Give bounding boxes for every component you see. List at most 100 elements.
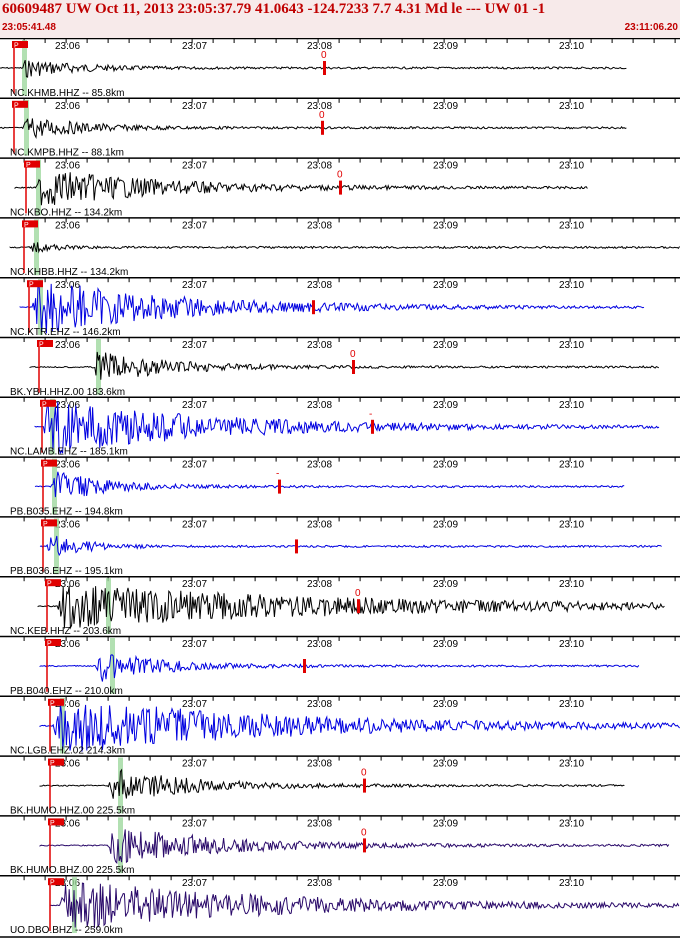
time-tick-label: 23:09	[433, 639, 458, 650]
time-tick-label: 23:10	[559, 220, 584, 231]
s-pick-label: 0	[355, 588, 361, 599]
time-tick-label: 23:08	[307, 41, 332, 52]
station-label: NC.KTR.EHZ -- 146.2km	[10, 327, 121, 338]
s-pick-marker[interactable]	[339, 180, 342, 195]
s-pick-label: 0	[350, 349, 356, 360]
time-tick-label: 23:06	[55, 101, 80, 112]
trace-panel[interactable]: 23:06 23:07 23:08 23:09 23:10 P NC.KTR.EHZ -- …	[0, 276, 680, 338]
station-label: BK.HUMO.BHZ.00 225.5km	[10, 865, 134, 876]
time-tick-label: 23:08	[307, 759, 332, 770]
time-tick-label: 23:10	[559, 41, 584, 52]
time-tick-label: 23:08	[307, 220, 332, 231]
trace-panel[interactable]: 23:06 23:07 23:08 23:09 23:10 P 0 BK.YBH.HHZ.00…	[0, 336, 680, 398]
p-pick-label: P	[14, 43, 19, 50]
trace-panel[interactable]: 23:06 23:07 23:08 23:09 23:10P-NC.LAMB.EHZ -…	[0, 396, 680, 458]
trace-panel[interactable]: 23:06 23:07 23:08 23:09 23:10P0BK.HUMO.HHZ.0…	[0, 755, 680, 817]
waveform	[14, 172, 588, 206]
time-tick-label: 23:07	[182, 639, 207, 650]
time-tick-label: 23:10	[559, 101, 584, 112]
time-tick-label: 23:09	[433, 818, 458, 829]
time-tick-label: 23:09	[433, 280, 458, 291]
trace-panel[interactable]: 23:06 23:07 23:08 23:09 23:10 P 0 NC.KHMB.HHZ -…	[0, 38, 680, 99]
time-tick-label: 23:10	[559, 759, 584, 770]
trace-panel[interactable]: 23:06 23:07 23:08 23:09 23:10PPB.B036.EHZ --…	[0, 516, 680, 577]
p-pick-label: P	[50, 820, 55, 827]
time-tick-label: 23:07	[182, 41, 207, 52]
time-tick-label: 23:08	[307, 460, 332, 471]
trace-panel[interactable]: 23:06 23:07 23:08 23:09 23:10PPB.B040.EHZ --…	[0, 635, 680, 697]
time-tick-label: 23:08	[307, 400, 332, 411]
time-tick-label: 23:06	[55, 220, 80, 231]
trace-panel[interactable]: 23:06 23:07 23:08 23:09 23:10 P NC.KHBB.HHZ --…	[0, 217, 680, 278]
time-tick-label: 23:07	[182, 519, 207, 530]
time-tick-label: 23:06	[55, 340, 80, 351]
s-pick-marker[interactable]	[321, 120, 324, 135]
event-title: 60609487 UW Oct 11, 2013 23:05:37.79 41.…	[2, 1, 546, 17]
time-tick-label: 23:07	[182, 340, 207, 351]
s-pick-marker[interactable]	[363, 838, 366, 853]
station-label: NC.KHMB.HHZ -- 85.8km	[10, 88, 124, 99]
waveform	[39, 535, 662, 557]
time-tick-label: 23:09	[433, 220, 458, 231]
time-tick-label: 23:07	[182, 460, 207, 471]
trace-panel[interactable]: 23:06 23:07 23:08 23:09 23:10P0NC.KEB.HHZ --…	[0, 575, 680, 637]
s-pick-marker[interactable]	[323, 61, 326, 75]
s-pick-marker[interactable]	[371, 419, 374, 434]
s-pick-label: -	[276, 469, 279, 480]
time-tick-label: 23:08	[307, 699, 332, 710]
time-tick-label: 23:07	[182, 161, 207, 172]
trace-panel[interactable]: 23:06 23:07 23:08 23:09 23:10PUO.DBO.BHZ -- …	[0, 874, 680, 936]
s-pick-marker[interactable]	[352, 360, 355, 374]
trace-panel[interactable]: 23:06 23:07 23:08 23:09 23:10P0NC.KMPB.HHZ -…	[0, 97, 680, 159]
time-tick-label: 23:09	[433, 699, 458, 710]
time-tick-label: 23:07	[182, 400, 207, 411]
time-tick-label: 23:09	[433, 41, 458, 52]
station-label: NC.LGB.EHZ.02 214.3km	[10, 746, 125, 757]
station-label: NC.KHBB.HHZ -- 134.2km	[10, 267, 128, 278]
p-pick-label: P	[47, 581, 52, 588]
time-tick-label: 23:08	[307, 340, 332, 351]
p-pick-label: P	[24, 222, 29, 229]
p-pick-label: P	[29, 282, 34, 289]
time-tick-label: 23:07	[182, 699, 207, 710]
time-tick-label: 23:10	[559, 818, 584, 829]
s-pick-label: 0	[321, 50, 327, 61]
time-tick-label: 23:10	[559, 579, 584, 590]
p-pick-label: P	[39, 342, 44, 349]
s-pick-marker[interactable]	[312, 300, 315, 315]
s-pick-marker[interactable]	[357, 599, 360, 614]
time-tick-label: 23:09	[433, 579, 458, 590]
trace-panel[interactable]: 23:06 23:07 23:08 23:09 23:10 P 0 NC.KBO.HHZ --…	[0, 157, 680, 219]
time-tick-label: 23:08	[307, 579, 332, 590]
s-pick-marker[interactable]	[303, 659, 306, 673]
s-pick-marker[interactable]	[278, 479, 281, 494]
p-pick-label: P	[47, 641, 52, 648]
time-tick-label: 23:09	[433, 400, 458, 411]
time-tick-label: 23:09	[433, 878, 458, 889]
time-tick-label: 23:09	[433, 340, 458, 351]
time-tick-label: 23:07	[182, 818, 207, 829]
trace-panel[interactable]: 23:06 23:07 23:08 23:09 23:10P0BK.HUMO.BHZ.0…	[0, 815, 680, 876]
waveform	[39, 654, 640, 682]
time-tick-label: 23:08	[307, 878, 332, 889]
time-tick-label: 23:10	[559, 161, 584, 172]
waveform	[37, 585, 665, 630]
time-tick-label: 23:08	[307, 161, 332, 172]
time-tick-label: 23:06	[55, 460, 80, 471]
time-tick-label: 23:10	[559, 878, 584, 889]
s-pick-marker[interactable]	[363, 778, 366, 793]
trace-panel[interactable]: 23:06 23:07 23:08 23:09 23:10 P - PB.B035.EHZ -…	[0, 456, 680, 518]
station-label: NC.KBO.HHZ -- 134.2km	[10, 207, 122, 218]
time-tick-label: 23:06	[55, 41, 80, 52]
waveform	[39, 829, 670, 864]
time-tick-label: 23:10	[559, 699, 584, 710]
time-tick-label: 23:06	[55, 280, 80, 291]
station-label: UO.DBO.BHZ -- 259.0km	[10, 925, 123, 936]
s-pick-label: 0	[361, 827, 367, 838]
time-tick-label: 23:10	[559, 639, 584, 650]
s-pick-label: 0	[361, 768, 367, 779]
trace-panel[interactable]: 23:06 23:07 23:08 23:09 23:10PNC.LGB.EHZ.02 …	[0, 695, 680, 757]
s-pick-marker[interactable]	[295, 539, 298, 554]
waveform	[49, 882, 680, 929]
station-label: NC.KEB.HHZ -- 203.6km	[10, 626, 121, 637]
